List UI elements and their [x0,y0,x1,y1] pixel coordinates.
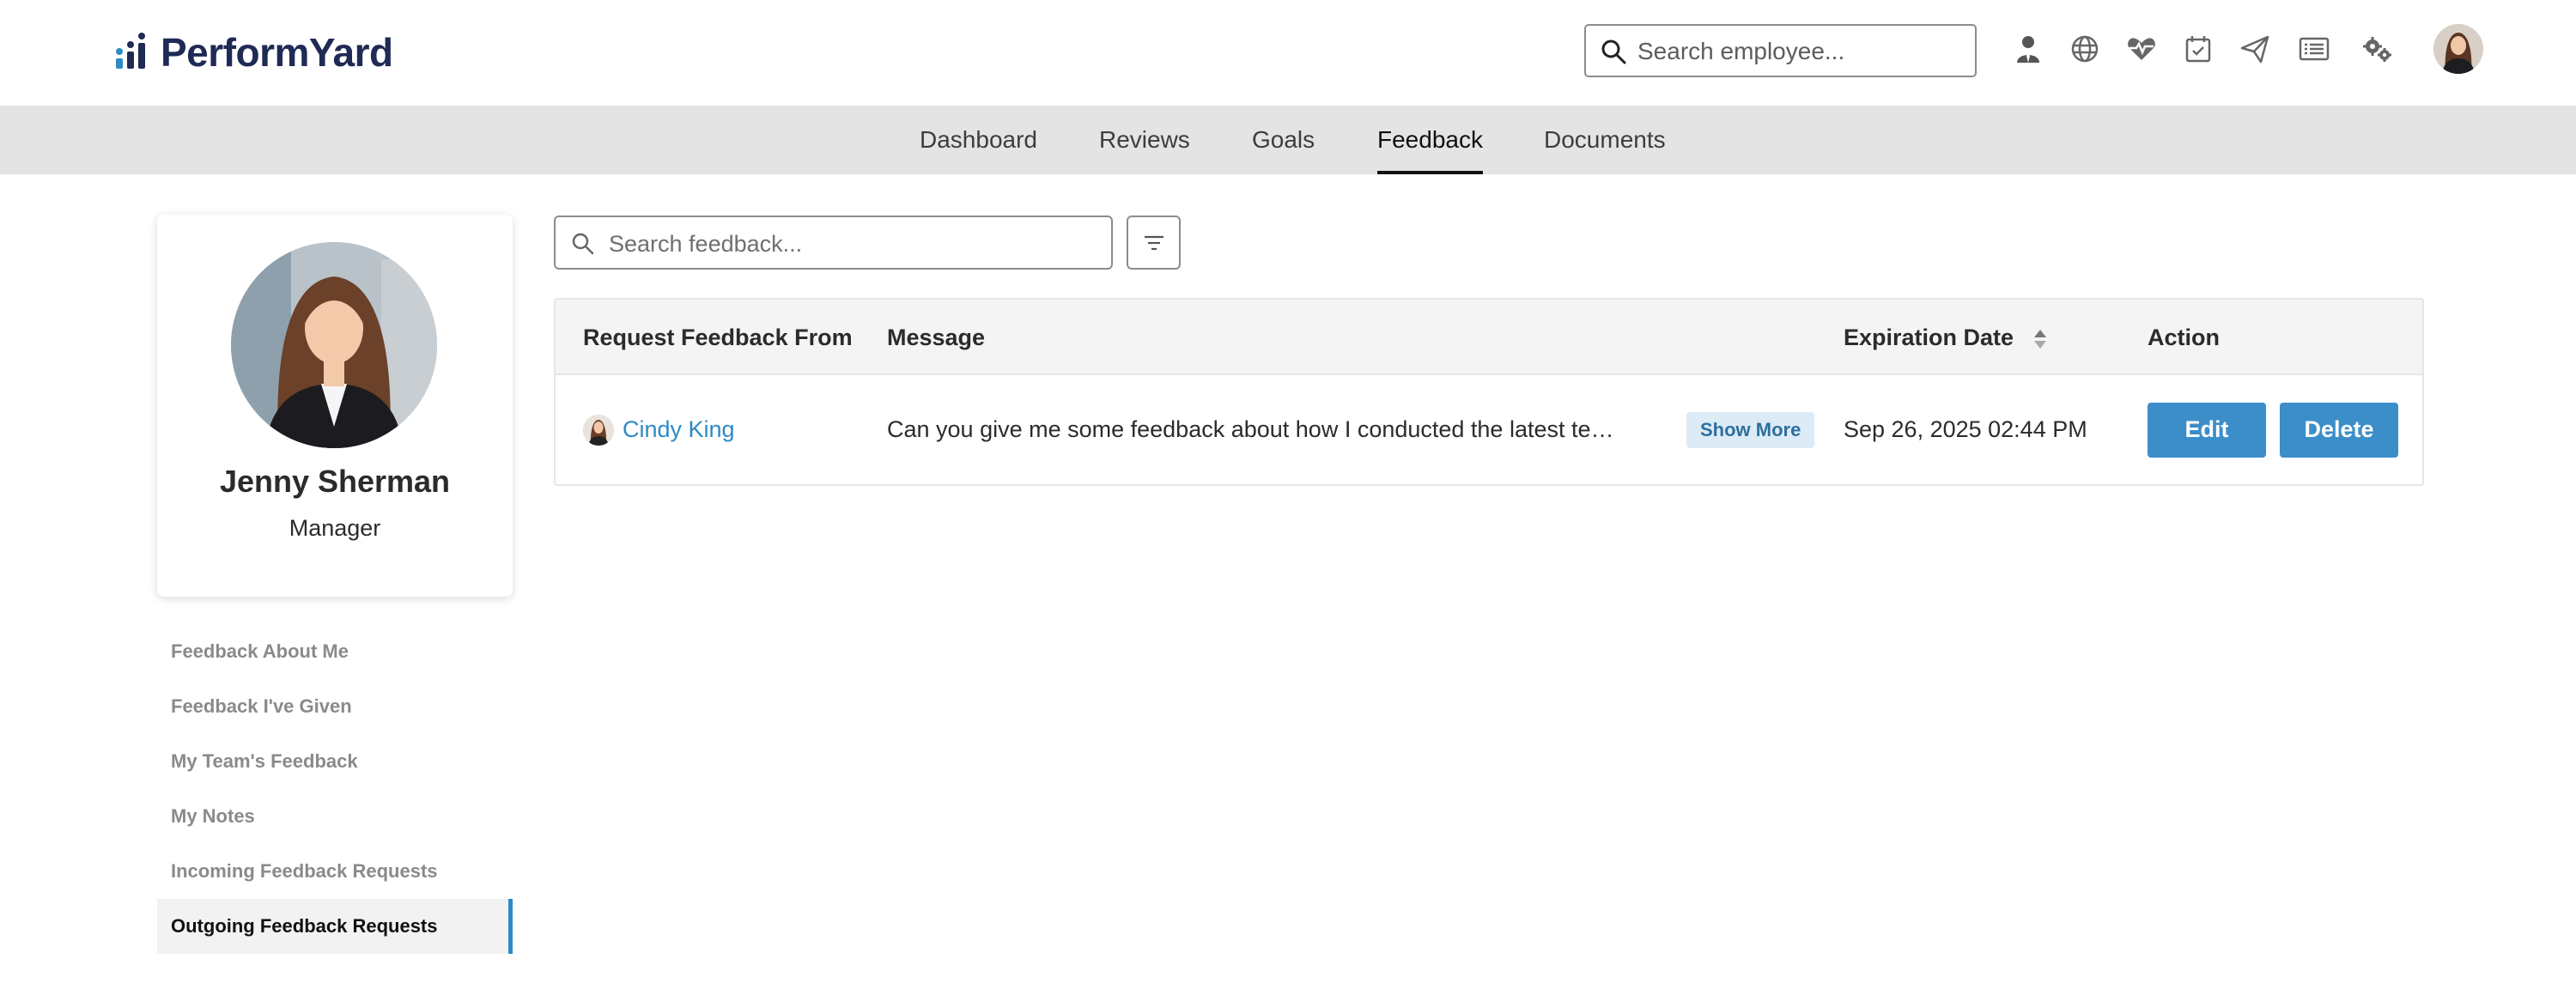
column-header-action: Action [2148,325,2220,350]
expiration-date: Sep 26, 2025 02:44 PM [1844,416,2087,442]
profile-photo [231,242,437,448]
tab-reviews[interactable]: Reviews [1099,106,1190,174]
profile-card: Jenny Sherman Manager [157,215,513,597]
show-more-button[interactable]: Show More [1686,411,1815,448]
performyard-logo[interactable]: PerformYard [116,30,393,75]
settings-gears-icon[interactable] [2360,33,2393,65]
column-header-message: Message [887,325,986,350]
filter-icon [1144,235,1163,250]
feedback-search[interactable] [554,215,1113,270]
employee-search-input[interactable] [1637,34,1964,69]
tab-dashboard[interactable]: Dashboard [920,106,1037,174]
search-icon [1601,39,1626,64]
profile-role: Manager [289,515,381,541]
sidebar-item-feedback-about-me[interactable]: Feedback About Me [157,624,513,679]
message-text: Can you give me some feedback about how … [887,416,1617,442]
sidebar-item-outgoing-requests[interactable]: Outgoing Feedback Requests [157,899,513,954]
search-icon [572,233,594,255]
show-more-cell: Show More [1686,375,1815,484]
action-cell: Edit Delete [2148,375,2398,484]
requestee-name-link[interactable]: Cindy King [623,416,735,443]
feedback-sidebar: Feedback About Me Feedback I've Given My… [157,624,513,954]
outgoing-requests-table: Request Feedback From Message Expiration… [554,298,2424,486]
requestee-avatar [583,414,614,446]
globe-icon[interactable] [2069,33,2101,65]
list-icon[interactable] [2298,33,2330,65]
main-nav: Dashboard Reviews Goals Feedback Documen… [0,106,2576,174]
feedback-search-input[interactable] [609,228,1098,260]
calendar-check-icon[interactable] [2182,33,2215,65]
sidebar-item-my-notes[interactable]: My Notes [157,789,513,844]
message-cell: Can you give me some feedback about how … [887,375,1617,484]
column-header-from: Request Feedback From [583,325,853,350]
edit-button[interactable]: Edit [2148,402,2266,458]
column-header-expiration-label: Expiration Date [1844,325,2014,350]
user-avatar[interactable] [2433,24,2483,74]
employee-search[interactable] [1584,24,1977,77]
logo-icon [116,33,145,69]
expiration-cell: Sep 26, 2025 02:44 PM [1844,375,2087,484]
sidebar-item-my-teams-feedback[interactable]: My Team's Feedback [157,734,513,789]
tab-goals[interactable]: Goals [1252,106,1315,174]
top-header: PerformYard [0,0,2576,106]
column-header-expiration[interactable]: Expiration Date [1844,300,2048,375]
tab-feedback[interactable]: Feedback [1377,106,1483,174]
table-header: Request Feedback From Message Expiration… [556,300,2422,375]
heart-pulse-icon[interactable] [2125,33,2158,65]
sidebar-item-incoming-requests[interactable]: Incoming Feedback Requests [157,844,513,899]
delete-button[interactable]: Delete [2280,402,2398,458]
paper-plane-icon[interactable] [2239,33,2271,65]
request-from-cell: Cindy King [583,375,735,484]
sidebar-item-feedback-ive-given[interactable]: Feedback I've Given [157,679,513,734]
profile-name: Jenny Sherman [219,464,451,499]
logo-text: PerformYard [161,30,393,75]
sort-icon[interactable] [2032,327,2048,351]
tab-documents[interactable]: Documents [1544,106,1666,174]
filter-button[interactable] [1127,215,1181,270]
table-row: Cindy King Can you give me some feedback… [556,375,2422,484]
person-icon[interactable] [2012,33,2044,65]
